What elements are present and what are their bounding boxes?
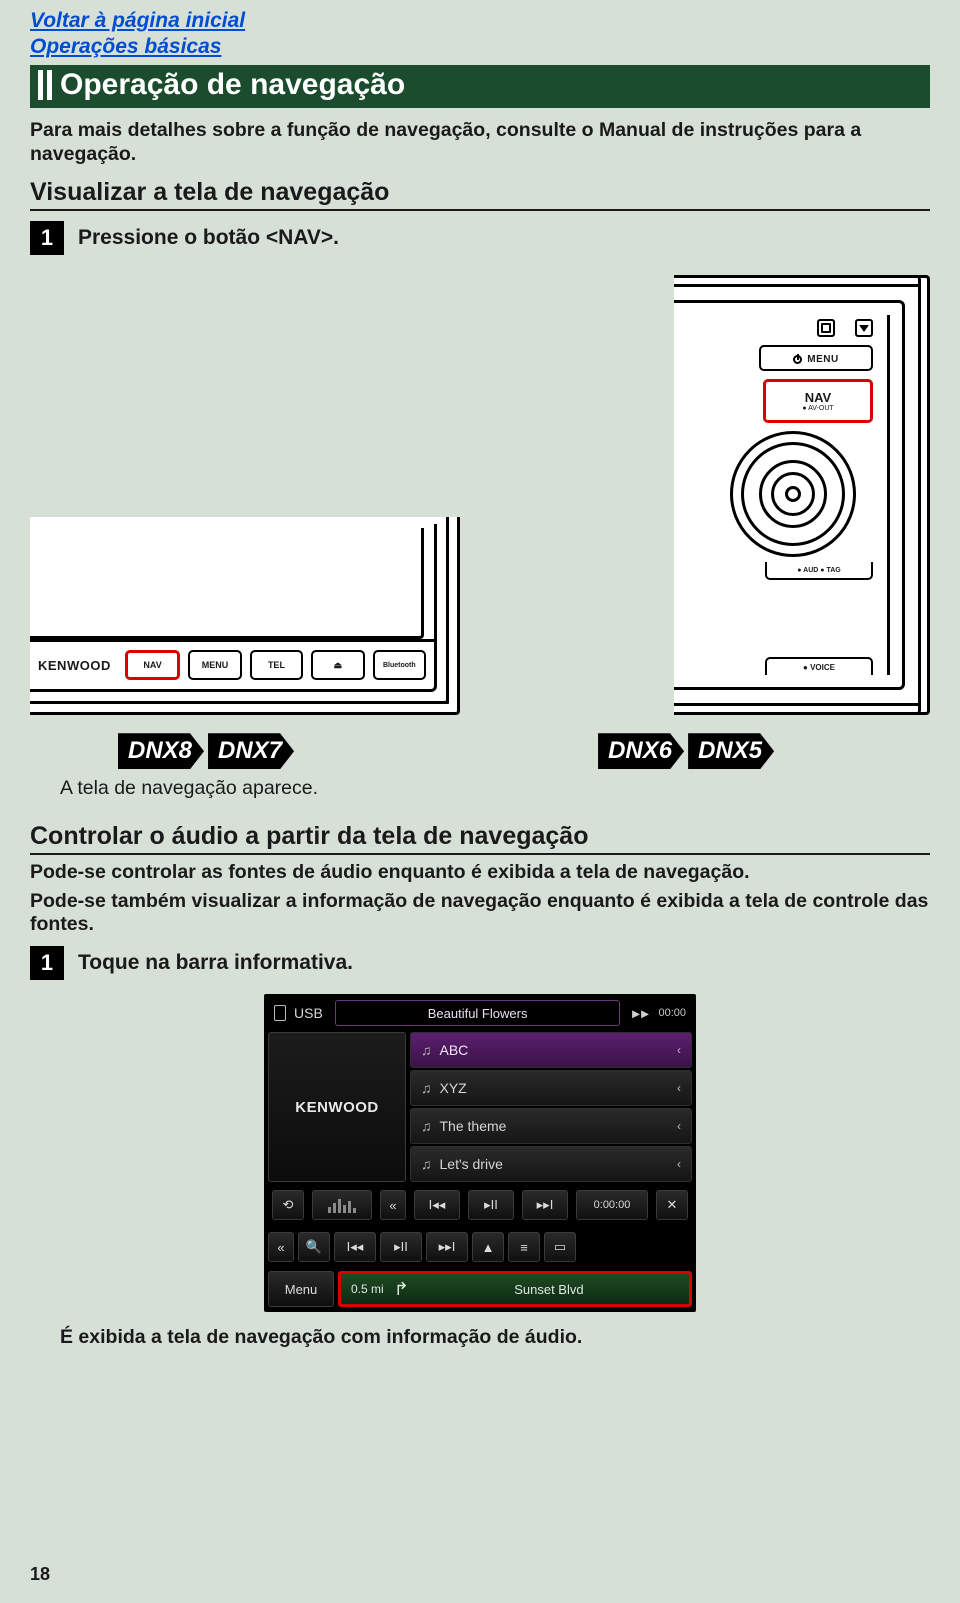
step-2-text: Toque na barra informativa. — [78, 951, 353, 975]
note-icon: ♫ — [421, 1080, 432, 1096]
indicator-icons — [817, 319, 873, 337]
step-number-icon: 1 — [30, 221, 64, 255]
rewind-button[interactable]: « — [380, 1190, 406, 1220]
device-illustrations: KENWOOD NAV MENU TEL ⏏ Bluetooth MENU NA… — [30, 275, 930, 715]
equalizer-icon — [312, 1190, 372, 1220]
nav-button: NAV — [125, 650, 180, 680]
turn-arrow-icon: ↱ — [394, 1279, 409, 1300]
bluetooth-button: Bluetooth — [373, 650, 426, 680]
result-text-a: A tela de navegação aparece. — [30, 777, 930, 800]
brand-label: KENWOOD — [38, 658, 111, 673]
track-list: ♫ABC‹ ♫XYZ‹ ♫The theme‹ ♫Let's drive‹ — [410, 1032, 692, 1182]
paragraph-1: Pode-se controlar as fontes de áudio enq… — [30, 861, 930, 884]
step-1-row: 1 Pressione o botão <NAV>. — [30, 221, 930, 255]
nav-pill-button: NAV ● AV-OUT — [763, 379, 873, 423]
chevron-icon: ‹ — [677, 1119, 681, 1133]
voice-label: ● VOICE — [765, 657, 873, 675]
list-item[interactable]: ♫Let's drive‹ — [410, 1146, 692, 1182]
info-bar[interactable]: 0.5 mi ↱ Sunset Blvd — [338, 1271, 692, 1307]
tag-dnx6: DNX6 — [598, 733, 684, 769]
now-playing-bar[interactable]: Beautiful Flowers — [335, 1000, 621, 1026]
repeat-button[interactable]: ⟲ — [272, 1190, 304, 1220]
play-pause-button[interactable]: ▸II — [468, 1190, 514, 1220]
banner-bars-icon — [38, 70, 52, 100]
clock-label: 00:00 — [658, 1007, 686, 1019]
step-number-icon: 1 — [30, 946, 64, 980]
folder-button[interactable]: ▭ — [544, 1232, 576, 1262]
menu-button[interactable]: Menu — [268, 1271, 334, 1307]
model-tags-row: DNX8 DNX7 DNX6 DNX5 — [30, 733, 930, 769]
usb-icon — [274, 1005, 286, 1021]
heading-visualize: Visualizar a tela de navegação — [30, 178, 930, 211]
tag-dnx5: DNX5 — [688, 733, 774, 769]
menu-button: MENU — [188, 650, 241, 680]
playpause-button[interactable]: ▸II — [380, 1232, 422, 1262]
collapse-button[interactable]: « — [268, 1232, 294, 1262]
note-icon: ♫ — [421, 1042, 432, 1058]
tag-dnx8: DNX8 — [118, 733, 204, 769]
note-icon: ♫ — [421, 1118, 432, 1134]
brand-label: KENWOOD — [295, 1099, 379, 1116]
chevron-icon: ‹ — [677, 1157, 681, 1171]
list-item[interactable]: ♫ABC‹ — [410, 1032, 692, 1068]
shuffle-button[interactable]: ✕ — [656, 1190, 688, 1220]
next-track-button[interactable]: ▸▸I — [522, 1190, 568, 1220]
aud-tag-label: ● AUD ● TAG — [765, 562, 873, 580]
tag-dnx7: DNX7 — [208, 733, 294, 769]
step-2-row: 1 Toque na barra informativa. — [30, 946, 930, 980]
screenshot: USB Beautiful Flowers ▸▸ 00:00 KENWOOD ♫… — [264, 994, 696, 1312]
tel-button: TEL — [250, 650, 303, 680]
elapsed-time: 0:00:00 — [576, 1190, 648, 1220]
destination-label: Sunset Blvd — [419, 1282, 679, 1297]
list-item[interactable]: ♫XYZ‹ — [410, 1070, 692, 1106]
home-link[interactable]: Voltar à página inicial — [30, 8, 930, 34]
list-button[interactable]: ≡ — [508, 1232, 540, 1262]
list-item[interactable]: ♫The theme‹ — [410, 1108, 692, 1144]
search-button[interactable]: 🔍 — [298, 1232, 330, 1262]
prev-button[interactable]: I◂◂ — [334, 1232, 376, 1262]
eject-button: ⏏ — [311, 650, 364, 680]
distance-label: 0.5 mi — [351, 1282, 384, 1296]
chevron-icon: ‹ — [677, 1043, 681, 1057]
paragraph-2: Pode-se também visualizar a informação d… — [30, 890, 930, 936]
heading-control-audio: Controlar o áudio a partir da tela de na… — [30, 822, 930, 855]
note-icon: ♫ — [421, 1156, 432, 1172]
section-title: Operação de navegação — [60, 68, 405, 102]
page-number: 18 — [30, 1564, 50, 1585]
menu-pill-button: MENU — [759, 345, 873, 371]
fast-forward-icon[interactable]: ▸▸ — [632, 1005, 650, 1022]
next-button[interactable]: ▸▸I — [426, 1232, 468, 1262]
volume-knob-icon — [730, 431, 856, 557]
basics-link[interactable]: Operações básicas — [30, 34, 930, 60]
intro-text: Para mais detalhes sobre a função de nav… — [30, 118, 930, 167]
prev-track-button[interactable]: I◂◂ — [414, 1190, 460, 1220]
device-left-illustration: KENWOOD NAV MENU TEL ⏏ Bluetooth — [30, 517, 460, 715]
step-1-text: Pressione o botão <NAV>. — [78, 226, 339, 250]
section-banner: Operação de navegação — [30, 65, 930, 108]
chevron-icon: ‹ — [677, 1081, 681, 1095]
source-label: USB — [294, 1005, 323, 1021]
final-text: É exibida a tela de navegação com inform… — [30, 1326, 930, 1349]
album-art-panel: KENWOOD — [268, 1032, 406, 1182]
device-right-illustration: MENU NAV ● AV-OUT ● AUD ● TAG ● VOICE — [674, 275, 930, 715]
eject-icon-button[interactable]: ▲ — [472, 1232, 504, 1262]
